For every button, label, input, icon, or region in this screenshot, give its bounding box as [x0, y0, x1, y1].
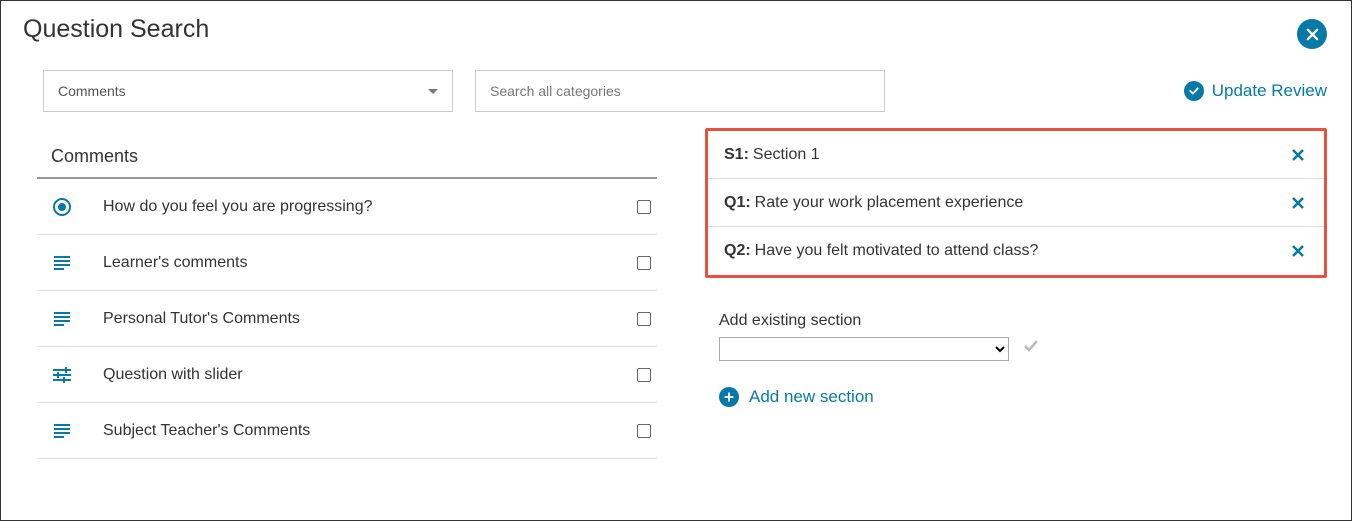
- update-review-button[interactable]: Update Review: [1184, 81, 1327, 101]
- question-label: Learner's comments: [103, 254, 637, 272]
- selected-label: Section 1: [753, 146, 1284, 164]
- selected-item: Q2: Have you felt motivated to attend cl…: [708, 227, 1324, 275]
- selected-item: S1: Section 1: [708, 131, 1324, 179]
- question-checkbox[interactable]: [637, 200, 651, 214]
- question-checkbox[interactable]: [637, 256, 651, 270]
- category-dropdown[interactable]: Comments: [43, 70, 453, 112]
- question-row[interactable]: Learner's comments: [37, 235, 657, 291]
- existing-section-select[interactable]: [719, 337, 1009, 361]
- question-checkbox[interactable]: [637, 368, 651, 382]
- add-existing-label: Add existing section: [719, 312, 1327, 330]
- remove-button[interactable]: [1284, 237, 1312, 265]
- text-icon: [51, 424, 73, 438]
- question-list-heading: Comments: [37, 146, 657, 179]
- close-icon: [1305, 27, 1320, 42]
- remove-button[interactable]: [1284, 141, 1312, 169]
- close-icon: [1290, 195, 1306, 211]
- search-input[interactable]: [475, 70, 885, 112]
- plus-circle-icon: [719, 387, 739, 407]
- check-icon: [1021, 336, 1041, 356]
- selected-items-box: S1: Section 1 Q1: Rate your work placeme…: [705, 128, 1327, 278]
- add-existing-section: Add existing section: [719, 312, 1327, 361]
- question-label: Question with slider: [103, 366, 637, 384]
- selected-prefix: S1:: [724, 146, 749, 164]
- question-label: Personal Tutor's Comments: [103, 310, 637, 328]
- close-icon: [1290, 147, 1306, 163]
- question-search-modal: Question Search Comments Update Review C…: [0, 0, 1352, 521]
- close-icon: [1290, 243, 1306, 259]
- add-new-section-button[interactable]: Add new section: [719, 387, 1327, 407]
- question-checkbox[interactable]: [637, 312, 651, 326]
- check-circle-icon: [1184, 81, 1204, 101]
- question-row[interactable]: Personal Tutor's Comments: [37, 291, 657, 347]
- question-checkbox[interactable]: [637, 424, 651, 438]
- main-columns: Comments How do you feel you are progres…: [21, 146, 1331, 459]
- text-icon: [51, 312, 73, 326]
- selected-label: Rate your work placement experience: [755, 194, 1284, 212]
- close-button[interactable]: [1297, 19, 1327, 49]
- chevron-down-icon: [428, 89, 438, 94]
- selected-prefix: Q1:: [724, 194, 751, 212]
- confirm-add-button[interactable]: [1021, 336, 1041, 361]
- question-label: Subject Teacher's Comments: [103, 422, 637, 440]
- controls-row: Comments Update Review: [43, 70, 1331, 112]
- remove-button[interactable]: [1284, 189, 1312, 217]
- question-label: How do you feel you are progressing?: [103, 198, 637, 216]
- question-row[interactable]: Subject Teacher's Comments: [37, 403, 657, 459]
- category-dropdown-value: Comments: [58, 83, 126, 99]
- question-row[interactable]: How do you feel you are progressing?: [37, 179, 657, 235]
- selected-panel: S1: Section 1 Q1: Rate your work placeme…: [705, 146, 1327, 407]
- radio-icon: [51, 198, 73, 216]
- selected-prefix: Q2:: [724, 242, 751, 260]
- selected-label: Have you felt motivated to attend class?: [755, 242, 1284, 260]
- add-existing-row: [719, 336, 1327, 361]
- slider-icon: [51, 368, 73, 382]
- text-icon: [51, 256, 73, 270]
- question-list-panel: Comments How do you feel you are progres…: [37, 146, 657, 459]
- update-review-label: Update Review: [1212, 81, 1327, 101]
- question-row[interactable]: Question with slider: [37, 347, 657, 403]
- add-new-section-label: Add new section: [749, 387, 874, 407]
- modal-title: Question Search: [23, 15, 1331, 44]
- selected-item: Q1: Rate your work placement experience: [708, 179, 1324, 227]
